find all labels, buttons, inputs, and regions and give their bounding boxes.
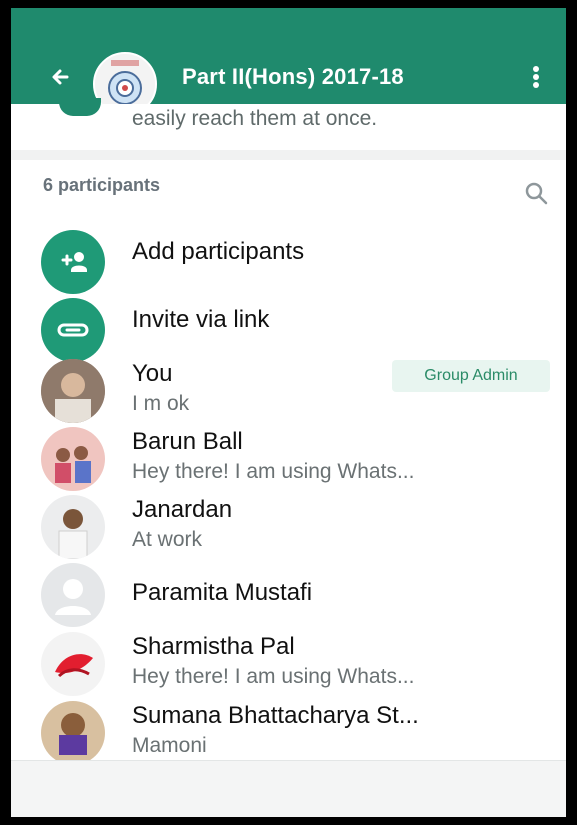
- group-title[interactable]: Part II(Hons) 2017-18: [182, 64, 404, 90]
- group-info-screen: Part II(Hons) 2017-18 easily reach them …: [11, 8, 566, 817]
- member-name: Sumana Bhattacharya St...: [132, 702, 419, 729]
- member-status: I m ok: [132, 392, 190, 415]
- member-name: Paramita Mustafi: [132, 579, 313, 606]
- member-name: Janardan: [132, 496, 233, 523]
- avatar: [41, 495, 105, 559]
- member-status: Hey there! I am using Whats...: [132, 665, 415, 688]
- description-text: easily reach them at once.: [132, 107, 378, 130]
- member-row-sumana-bhattacharya[interactable]: Sumana Bhattacharya St... Mamoni: [11, 696, 566, 765]
- description-badge: [59, 98, 101, 116]
- avatar: [41, 701, 105, 765]
- bottom-area: [11, 760, 566, 817]
- member-row-barun-ball[interactable]: Barun Ball Hey there! I am using Whats..…: [11, 422, 566, 491]
- back-arrow-icon[interactable]: [47, 62, 77, 92]
- invite-link-row[interactable]: Invite via link: [11, 292, 566, 362]
- avatar: [41, 359, 105, 423]
- member-row-janardan[interactable]: Janardan At work: [11, 490, 566, 559]
- avatar: [41, 427, 105, 491]
- member-name: Sharmistha Pal: [132, 633, 295, 660]
- member-row-paramita-mustafi[interactable]: Paramita Mustafi: [11, 558, 566, 627]
- more-vert-icon[interactable]: [531, 62, 541, 92]
- link-icon: [41, 298, 105, 362]
- invite-link-label: Invite via link: [132, 306, 270, 333]
- member-status: Mamoni: [132, 734, 207, 757]
- add-person-icon: [41, 230, 105, 294]
- section-divider: [11, 150, 566, 160]
- avatar: [41, 632, 105, 696]
- add-participants-row[interactable]: Add participants: [11, 224, 566, 294]
- default-avatar-icon: [41, 563, 105, 627]
- member-status: Hey there! I am using Whats...: [132, 460, 415, 483]
- member-name: You: [132, 360, 173, 387]
- member-name: Barun Ball: [132, 428, 243, 455]
- status-badge: Group Admin: [392, 360, 550, 392]
- add-participants-label: Add participants: [132, 238, 305, 265]
- app-bar: Part II(Hons) 2017-18: [11, 8, 566, 116]
- participants-count: 6 participants: [43, 175, 161, 195]
- search-icon[interactable]: [523, 180, 549, 206]
- member-status: At work: [132, 528, 203, 551]
- member-row-sharmistha-pal[interactable]: Sharmistha Pal Hey there! I am using Wha…: [11, 627, 566, 696]
